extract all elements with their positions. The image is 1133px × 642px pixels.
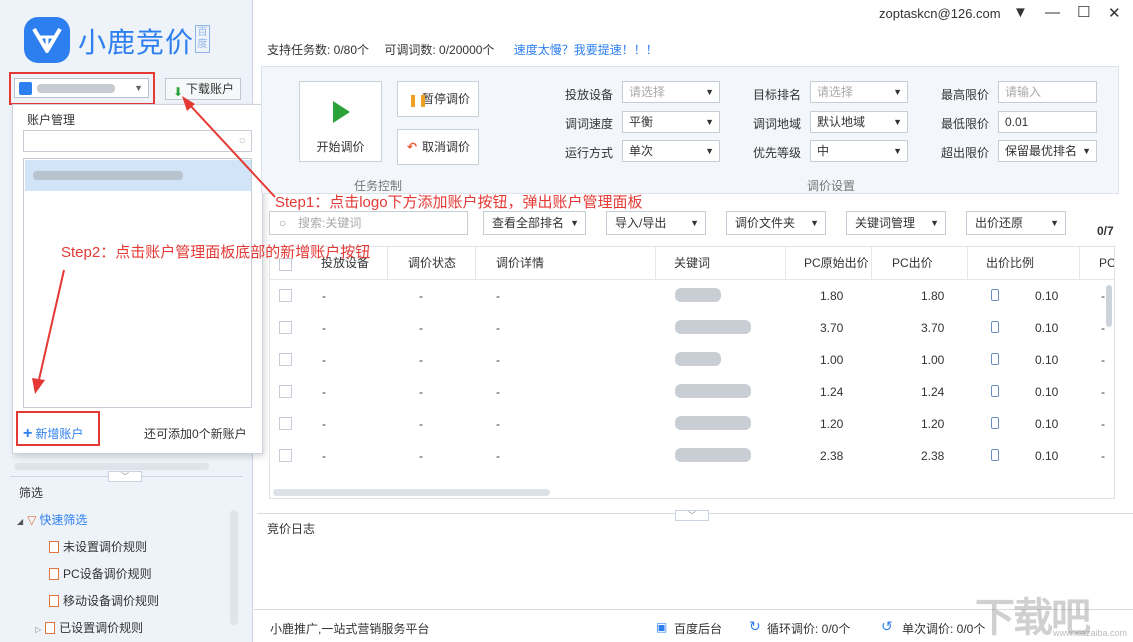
annotation-arrows xyxy=(32,96,276,394)
single-icon: ↺ xyxy=(881,618,893,634)
step2-arrowhead xyxy=(32,378,45,394)
step2-annotation: Step2：点击账户管理面板底部的新增账户按钮 xyxy=(61,244,371,261)
baidu-backend-link[interactable]: 百度后台 xyxy=(674,620,722,637)
single-adjust-status: 单次调价: 0/0个 xyxy=(902,622,986,636)
watermark-url: www.xiazaiba.com xyxy=(1053,628,1128,638)
bid-log-title: 竞价日志 xyxy=(267,522,316,536)
slogan: 小鹿推广,一站式营销服务平台 xyxy=(270,622,430,636)
loop-icon: ↻ xyxy=(749,618,761,634)
loop-adjust-status: 循环调价: 0/0个 xyxy=(767,622,851,636)
step2-arrow xyxy=(37,269,65,385)
baidu-backend-icon: ▣ xyxy=(656,620,668,634)
step1-arrow xyxy=(187,102,276,198)
collapse-handle[interactable]: ﹀ xyxy=(675,510,709,521)
step1-annotation: Step1：点击logo下方添加账户按钮，弹出账户管理面板 xyxy=(275,194,643,211)
